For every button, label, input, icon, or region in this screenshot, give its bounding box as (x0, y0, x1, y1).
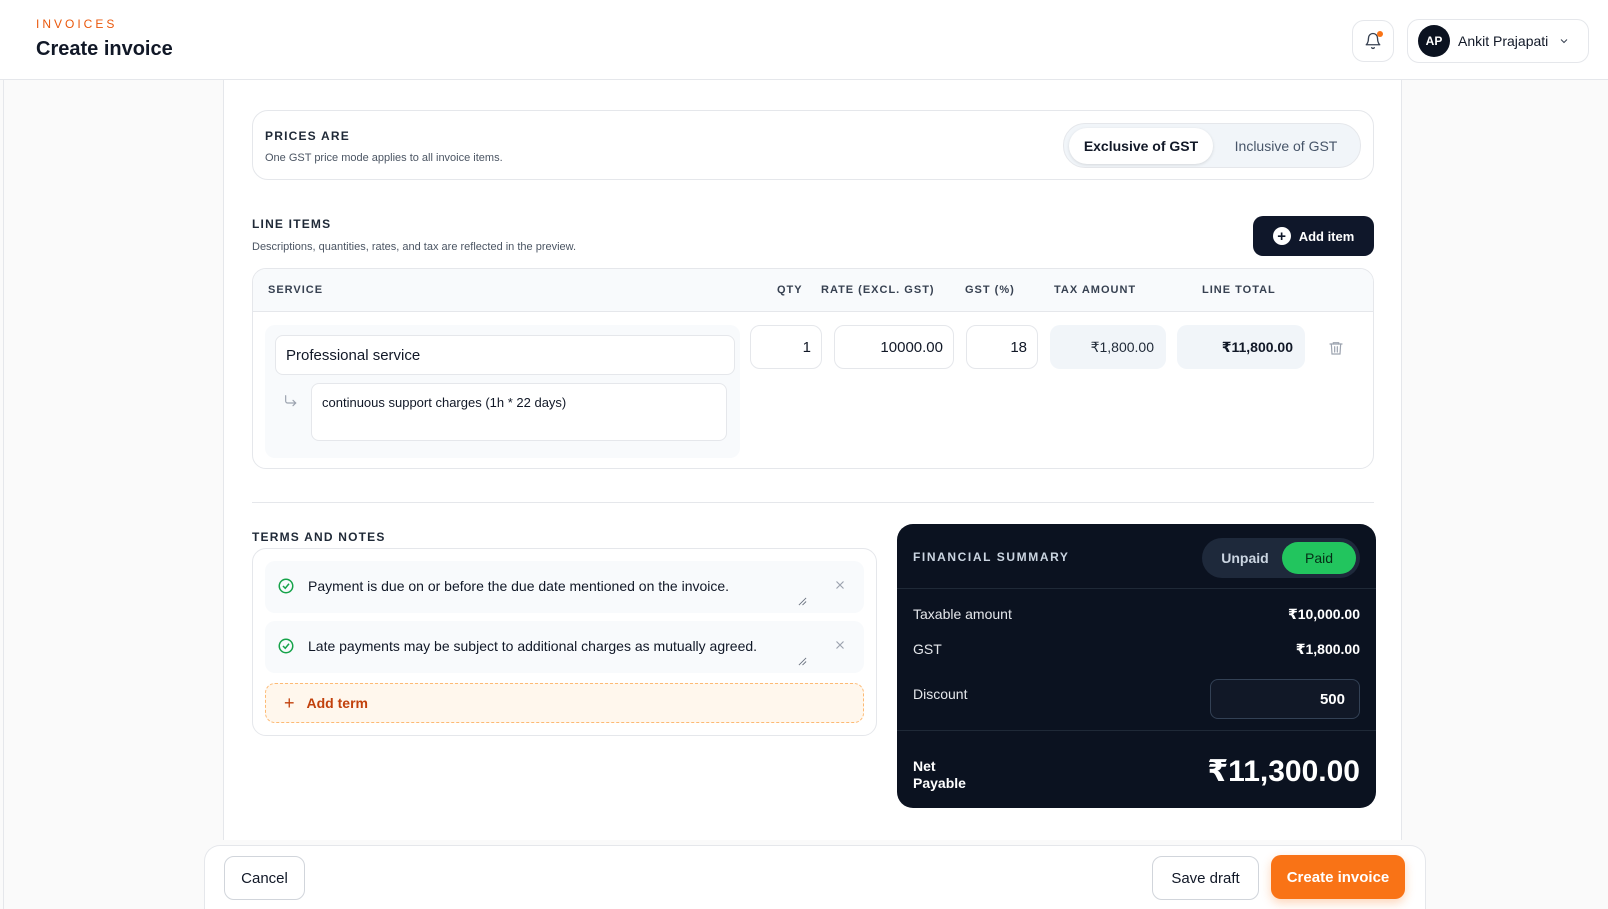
term-item[interactable]: Payment is due on or before the due date… (265, 561, 864, 613)
exclusive-gst-option[interactable]: Exclusive of GST (1069, 128, 1213, 164)
close-icon[interactable] (833, 638, 847, 652)
user-menu[interactable]: AP Ankit Prajapati (1407, 19, 1589, 63)
inclusive-gst-option[interactable]: Inclusive of GST (1216, 128, 1356, 164)
resize-handle-icon[interactable] (798, 657, 807, 666)
col-gst: GST (%) (965, 284, 1015, 296)
taxable-value: ₹10,000.00 (1287, 606, 1360, 622)
top-bar: INVOICES Create invoice AP Ankit Prajapa… (0, 0, 1608, 80)
financial-summary: FINANCIAL SUMMARY Unpaid Paid Taxable am… (897, 524, 1376, 808)
service-description-input[interactable]: continuous support charges (1h * 22 days… (311, 383, 727, 441)
prices-title: PRICES ARE (265, 129, 350, 143)
term-text[interactable]: Late payments may be subject to addition… (308, 638, 757, 654)
sub-item-arrow-icon (285, 395, 297, 407)
add-term-button[interactable]: + Add term (265, 683, 864, 723)
financial-summary-title: FINANCIAL SUMMARY (913, 550, 1070, 564)
prices-mode-section: PRICES ARE One GST price mode applies to… (252, 110, 1374, 180)
col-tax-amount: TAX AMOUNT (1054, 284, 1137, 296)
col-qty: QTY (777, 284, 803, 296)
gst-label: GST (913, 641, 942, 657)
qty-input[interactable]: 1 (750, 325, 822, 369)
summary-divider (897, 588, 1376, 589)
add-term-label: Add term (306, 695, 368, 711)
table-header: SERVICE QTY RATE (EXCL. GST) GST (%) TAX… (253, 269, 1373, 312)
discount-label: Discount (913, 686, 968, 702)
left-border (3, 0, 4, 909)
cancel-button[interactable]: Cancel (224, 856, 305, 900)
col-line-total: LINE TOTAL (1202, 284, 1276, 296)
add-item-label: Add item (1298, 228, 1355, 244)
resize-handle-icon[interactable] (798, 597, 807, 606)
term-item[interactable]: Late payments may be subject to addition… (265, 621, 864, 673)
discount-input[interactable]: 500 (1210, 679, 1360, 719)
gst-value: ₹1,800.00 (1295, 641, 1360, 657)
close-icon[interactable] (833, 578, 847, 592)
rate-input[interactable]: 10000.00 (834, 325, 954, 369)
avatar: AP (1418, 25, 1450, 57)
check-circle-icon (278, 578, 294, 594)
tax-amount-value: ₹1,800.00 (1050, 325, 1166, 369)
line-items-subtitle: Descriptions, quantities, rates, and tax… (252, 241, 577, 253)
plus-icon: + (1272, 227, 1291, 245)
taxable-label: Taxable amount (913, 606, 1012, 622)
add-item-button[interactable]: + Add item (1253, 216, 1374, 256)
summary-divider (897, 730, 1376, 731)
page-title: Create invoice (36, 38, 173, 60)
net-payable-value: ₹11,300.00 (1207, 755, 1360, 788)
payment-status-toggle: Unpaid Paid (1202, 538, 1360, 578)
terms-title: TERMS AND NOTES (252, 530, 386, 544)
user-name: Ankit Prajapati (1458, 33, 1549, 49)
service-name-input[interactable]: Professional service (275, 335, 735, 375)
prices-subtitle: One GST price mode applies to all invoic… (265, 152, 503, 164)
plus-icon: + (284, 692, 295, 713)
paid-option[interactable]: Paid (1282, 542, 1356, 574)
trash-icon[interactable] (1328, 339, 1344, 357)
breadcrumb[interactable]: INVOICES (36, 17, 117, 31)
line-items-table: SERVICE QTY RATE (EXCL. GST) GST (%) TAX… (252, 268, 1374, 469)
notification-dot (1377, 31, 1383, 37)
col-service: SERVICE (268, 284, 324, 296)
terms-section: Payment is due on or before the due date… (252, 548, 877, 736)
unpaid-option[interactable]: Unpaid (1210, 542, 1280, 574)
net-payable-label: Net Payable (913, 758, 966, 791)
chevron-down-icon (1560, 39, 1568, 44)
line-items-title: LINE ITEMS (252, 217, 332, 231)
check-circle-icon (278, 638, 294, 654)
gst-input[interactable]: 18 (966, 325, 1038, 369)
line-total-value: ₹11,800.00 (1177, 325, 1305, 369)
footer-actions: Cancel Save draft Create invoice (204, 845, 1426, 909)
notifications-button[interactable] (1352, 20, 1394, 62)
gst-mode-toggle: Exclusive of GST Inclusive of GST (1063, 123, 1361, 168)
save-draft-button[interactable]: Save draft (1152, 856, 1259, 900)
create-invoice-button[interactable]: Create invoice (1271, 855, 1405, 899)
section-divider (252, 502, 1374, 503)
term-text[interactable]: Payment is due on or before the due date… (308, 578, 729, 594)
col-rate: RATE (EXCL. GST) (821, 284, 935, 296)
service-cell: Professional service continuous support … (265, 325, 740, 458)
